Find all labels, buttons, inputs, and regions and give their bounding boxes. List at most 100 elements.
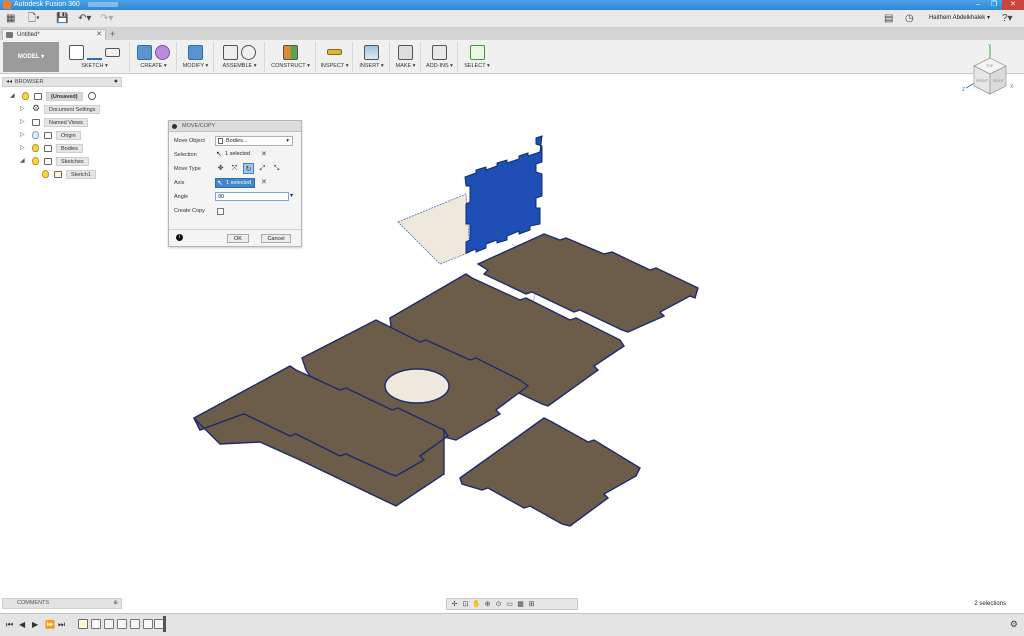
close-window-icon[interactable]: ✕ [1002,0,1024,10]
user-account-menu[interactable]: Haithem Abdelkhalek ▾ [929,14,990,21]
move-object-dropdown[interactable]: Bodies... ▾ [215,136,293,146]
expand-triangle-icon[interactable]: ▷ [20,144,25,153]
tree-row-sketches[interactable]: ◢ Sketches [20,157,120,167]
3d-scene[interactable] [0,74,1024,596]
pin-icon[interactable]: ● [114,78,118,86]
expand-triangle-icon[interactable]: ▷ [20,131,25,140]
scripts-icon[interactable] [432,44,447,60]
display-settings-icon[interactable]: ▭ [505,600,514,608]
tree-row-bodies[interactable]: ▷ Bodies [20,144,120,154]
help-icon[interactable]: ?▾ [1002,13,1013,25]
inspect-group[interactable]: INSPECT ▾ [317,42,353,72]
clear-axis-icon[interactable]: ✕ [261,178,267,186]
minimize-icon[interactable]: – [970,0,986,10]
orbit-icon[interactable]: ✢ [450,600,459,608]
make-group[interactable]: MAKE ▾ [391,42,421,72]
rotate-icon[interactable]: ↻ [243,163,254,174]
angle-dropdown-arrow-icon[interactable]: ▾ [290,192,293,199]
tree-row-sketch1[interactable]: Sketch1 [40,170,120,180]
tree-row-document-settings[interactable]: ▷ ⚙ Document Settings [20,104,120,115]
3d-print-icon[interactable] [398,44,413,60]
expand-triangle-icon[interactable]: ▷ [20,118,25,127]
visibility-bulb-icon[interactable] [32,157,39,165]
create-group[interactable]: CREATE ▾ [131,42,177,72]
pan-icon[interactable]: ✋ [472,600,481,608]
sketch-group[interactable]: SKETCH ▾ [60,42,130,72]
look-at-icon[interactable]: ⊡ [461,600,470,608]
axis-selection-field[interactable]: ↖ 1 selected [215,178,255,188]
timeline-feature[interactable] [117,619,127,629]
origin-label[interactable]: Origin [56,131,81,140]
new-component-icon[interactable] [223,44,238,60]
translate-icon[interactable]: ⤧ [229,163,240,174]
go-to-end-icon[interactable]: ⏭ [58,620,65,630]
tree-root-row[interactable]: ◢ (Unsaved) [10,92,110,102]
dialog-title-bar[interactable]: MOVE/COPY [169,121,301,132]
timeline-feature[interactable] [91,619,101,629]
expand-triangle-icon[interactable]: ◢ [20,157,25,166]
create-copy-checkbox[interactable] [217,208,224,215]
tree-row-named-views[interactable]: ▷ Named Views [20,118,120,128]
fit-icon[interactable]: ⊙ [494,600,503,608]
new-tab-plus-icon[interactable]: + [110,28,115,40]
point-to-position-icon[interactable]: ⤡ [271,163,282,174]
free-move-icon[interactable]: ✥ [215,163,226,174]
clock-icon[interactable]: ◷ [905,13,914,25]
play-icon[interactable]: ▶ [32,620,38,629]
point-to-point-icon[interactable]: ⤢ [257,163,268,174]
viewports-icon[interactable]: ⊞ [527,600,536,608]
measure-icon[interactable] [327,49,342,55]
timeline-feature[interactable] [143,619,153,629]
select-arrow-icon[interactable] [469,44,485,60]
collapse-arrows-icon[interactable]: ◂◂ [6,78,12,86]
timeline-marker[interactable] [163,616,166,632]
create-sketch-icon[interactable] [69,44,84,60]
step-forward-icon[interactable]: ⏩ [45,620,55,629]
root-component-label[interactable]: (Unsaved) [46,92,83,101]
workspace-switcher[interactable]: MODEL ▾ [3,42,59,72]
visibility-bulb-icon[interactable] [32,144,39,152]
line-icon[interactable] [87,45,102,60]
step-back-icon[interactable]: ◀ [19,620,25,629]
clear-selection-icon[interactable]: ✕ [261,150,267,158]
comments-panel[interactable]: COMMENTS ⊕ [2,598,122,609]
undo-icon[interactable]: ↶▾ [78,13,91,25]
select-group[interactable]: SELECT ▾ [459,42,495,72]
document-tab[interactable]: Untitled* ✕ [2,29,106,40]
selection-field[interactable]: ↖ 1 selected [215,150,255,160]
box-icon[interactable] [137,44,152,60]
rectangle-icon[interactable] [105,47,120,57]
activate-radio-icon[interactable] [88,92,96,100]
file-menu-icon[interactable]: 🗋▾ [28,13,40,25]
named-views-label[interactable]: Named Views [44,118,88,127]
timeline-settings-gear-icon[interactable]: ⚙ [1010,619,1018,630]
press-pull-icon[interactable] [188,44,203,60]
comments-add-icon[interactable]: ⊕ [113,599,118,608]
selected-body-blue[interactable] [464,135,543,254]
expand-triangle-icon[interactable]: ◢ [10,92,15,101]
visibility-bulb-icon[interactable] [42,170,49,178]
angle-input[interactable]: 90 [215,192,289,201]
cancel-button[interactable]: Cancel [261,234,291,243]
timeline-sketch-feature[interactable] [78,619,88,629]
close-tab-icon[interactable]: ✕ [96,30,102,40]
offset-plane-icon[interactable] [283,44,298,60]
tree-row-origin[interactable]: ▷ Origin [20,131,120,141]
timeline-feature[interactable] [104,619,114,629]
document-settings-label[interactable]: Document Settings [44,105,101,114]
data-panel-grid-icon[interactable]: ▦ [6,13,15,25]
redo-icon[interactable]: ↷▾ [100,13,113,25]
assemble-group[interactable]: ASSEMBLE ▾ [215,42,265,72]
timeline-feature[interactable] [130,619,140,629]
visibility-bulb-icon[interactable] [32,131,39,139]
sketch1-label[interactable]: Sketch1 [66,170,96,179]
insert-group[interactable]: INSERT ▾ [354,42,390,72]
insert-image-icon[interactable] [364,44,379,60]
visibility-bulb-icon[interactable] [22,92,29,100]
panel-bottom-right[interactable] [459,417,641,527]
expand-triangle-icon[interactable]: ▷ [20,105,25,114]
dialog-collapse-icon[interactable] [172,124,177,129]
sketch-profile[interactable] [397,193,471,265]
save-icon[interactable]: 💾 [56,13,68,25]
addins-group[interactable]: ADD-INS ▾ [422,42,458,72]
